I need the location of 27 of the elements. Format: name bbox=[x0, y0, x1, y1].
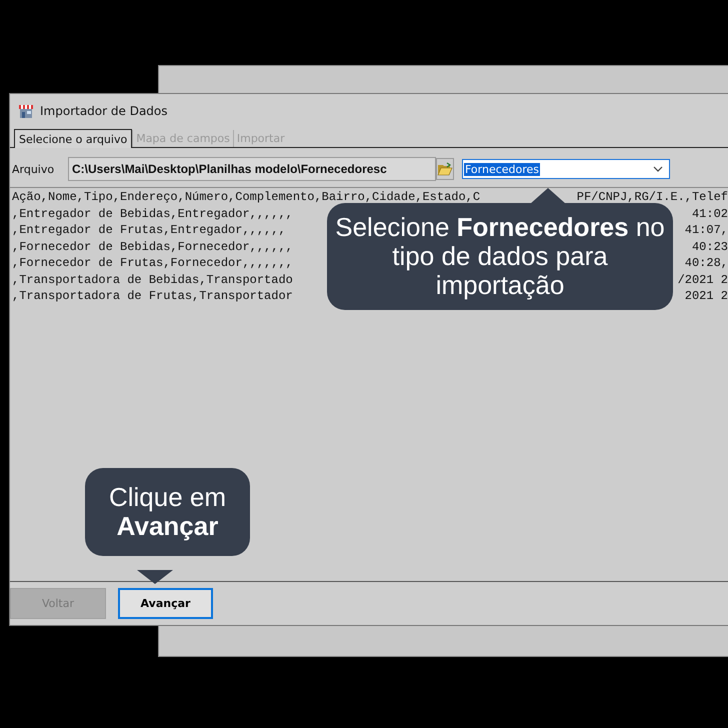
preview-line: 2021 2 bbox=[684, 288, 728, 304]
preview-line: 40:28, bbox=[684, 255, 728, 272]
preview-line: 41:07, bbox=[684, 222, 728, 238]
preview-line: 41:02 bbox=[692, 206, 728, 222]
tab[interactable]: Selecione o arquivo bbox=[14, 129, 132, 148]
preview-line: 40:23 bbox=[692, 238, 728, 255]
file-label: Arquivo bbox=[12, 162, 56, 176]
open-folder-button[interactable] bbox=[436, 158, 454, 180]
preview-line: ,Entregador de Bebidas,Entregador,,,,,, bbox=[12, 206, 293, 222]
callout-pointer bbox=[530, 188, 566, 204]
preview-line: /2021 2 bbox=[678, 272, 728, 288]
preview-line: ,Fornecedor de Bebidas,Fornecedor,,,,,, bbox=[12, 238, 293, 255]
callout-pointer bbox=[137, 570, 173, 584]
preview-line: ,Transportadora de Bebidas,Transportado bbox=[12, 272, 293, 288]
chevron-down-icon bbox=[653, 166, 663, 172]
preview-line: PF/CNPJ,RG/I.E.,Telef bbox=[576, 189, 728, 206]
tooltip-callout: Selecione Fornecedores no tipo de dados para importação bbox=[327, 203, 673, 310]
window-title: Importador de Dados bbox=[40, 104, 168, 118]
store-icon bbox=[18, 103, 34, 119]
tooltip-callout: Clique em Avançar bbox=[85, 468, 250, 556]
preview-line: ,Fornecedor de Frutas,Fornecedor,,,,,,, bbox=[12, 255, 293, 272]
file-path-field[interactable]: C:\Users\Mai\Desktop\Planilhas modelo\Fornecedoresc bbox=[68, 157, 436, 181]
preview-line: ,Transportadora de Frutas,Transportador bbox=[12, 288, 293, 304]
next-button[interactable]: Avançar bbox=[118, 588, 213, 619]
data-type-dropdown[interactable]: Fornecedores bbox=[462, 159, 670, 179]
preview-line: Ação,Nome,Tipo,Endereço,Número,Complemento,Bairro,Cidade,Estado,C bbox=[12, 189, 480, 206]
preview-line: ,Entregador de Frutas,Entregador,,,,,, bbox=[12, 222, 286, 238]
